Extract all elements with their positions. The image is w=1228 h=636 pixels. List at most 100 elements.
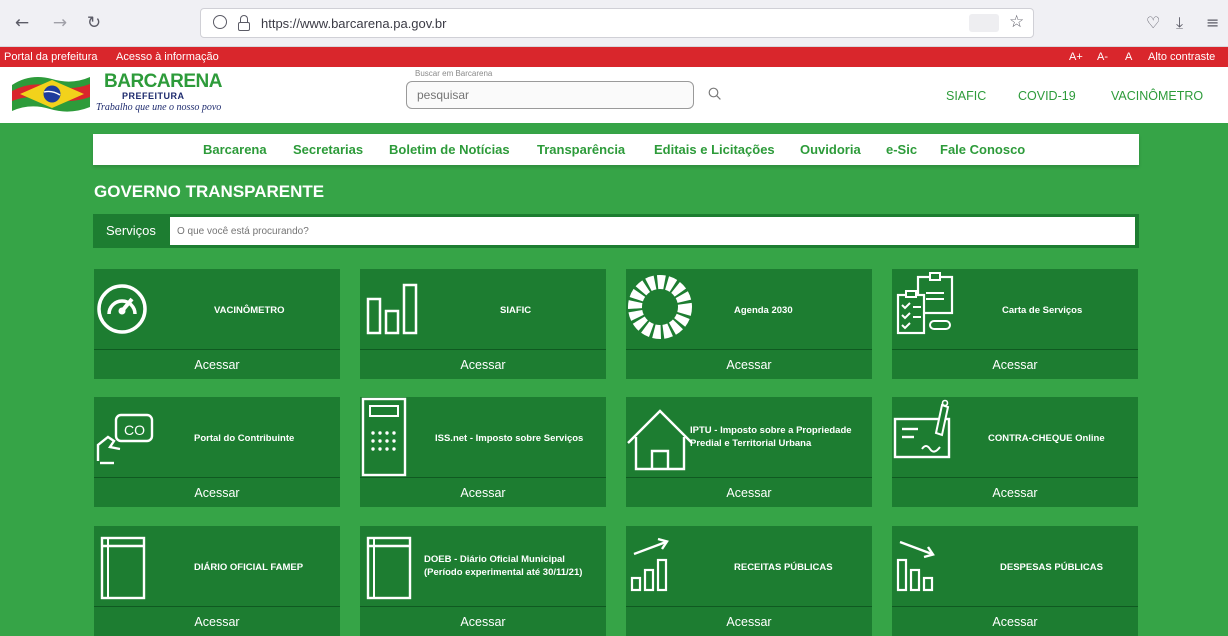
card-body: CONTRA-CHEQUE Online bbox=[892, 397, 1138, 477]
card-title: Carta de Serviços bbox=[1002, 305, 1083, 316]
paycheck-icon bbox=[893, 399, 951, 459]
header-link-siafic[interactable]: SIAFIC bbox=[946, 89, 986, 103]
card-access-button[interactable]: Acessar bbox=[94, 349, 340, 379]
card-body: DESPESAS PÚBLICAS bbox=[892, 526, 1138, 606]
card-access-button[interactable]: Acessar bbox=[892, 606, 1138, 636]
card-iptu[interactable]: IPTU - Imposto sobre a Propriedade Predi… bbox=[626, 397, 872, 507]
card-body: Agenda 2030 bbox=[626, 269, 872, 349]
search-input[interactable] bbox=[406, 81, 694, 109]
nav-item-editais[interactable]: Editais e Licitações bbox=[654, 142, 775, 157]
card-access-button[interactable]: Acessar bbox=[626, 477, 872, 507]
card-title: Portal do Contribuinte bbox=[194, 433, 295, 444]
back-icon[interactable]: ← bbox=[12, 13, 32, 33]
card-access-button[interactable]: Acessar bbox=[94, 477, 340, 507]
card-vacinometro[interactable]: VACINÔMETRO Acessar bbox=[94, 269, 340, 379]
logo-subtitle: PREFEITURA bbox=[122, 91, 185, 101]
card-access-button[interactable]: Acessar bbox=[360, 349, 606, 379]
nav-item-fale-conosco[interactable]: Fale Conosco bbox=[940, 142, 1025, 157]
nav-item-barcarena[interactable]: Barcarena bbox=[203, 142, 267, 157]
nav-item-transparencia[interactable]: Transparência bbox=[537, 142, 625, 157]
card-body: RECEITAS PÚBLICAS bbox=[626, 526, 872, 606]
card-receitas[interactable]: RECEITAS PÚBLICAS Acessar bbox=[626, 526, 872, 636]
calculator-icon bbox=[361, 397, 407, 477]
card-title: ISS.net - Imposto sobre Serviços bbox=[435, 433, 584, 444]
tracking-shield-icon[interactable] bbox=[213, 15, 227, 29]
card-body: IPTU - Imposto sobre a Propriedade Predi… bbox=[626, 397, 872, 477]
house-icon bbox=[627, 409, 693, 471]
card-access-button[interactable]: Acessar bbox=[360, 606, 606, 636]
services-search-input[interactable] bbox=[170, 217, 1135, 245]
high-contrast-button[interactable]: Alto contraste bbox=[1148, 51, 1215, 63]
forward-icon[interactable]: → bbox=[50, 13, 70, 33]
logo-slogan: Trabalho que une o nosso povo bbox=[96, 102, 222, 113]
card-title: CONTRA-CHEQUE Online bbox=[988, 433, 1105, 444]
main-nav: Barcarena Secretarias Boletim de Notícia… bbox=[93, 134, 1139, 165]
nav-item-ouvidoria[interactable]: Ouvidoria bbox=[800, 142, 861, 157]
card-portal-contribuinte[interactable]: CO Portal do Contribuinte Acessar bbox=[94, 397, 340, 507]
card-diario-famep[interactable]: DIÁRIO OFICIAL FAMEP Acessar bbox=[94, 526, 340, 636]
card-title: VACINÔMETRO bbox=[214, 305, 285, 316]
barcarena-flag-logo[interactable] bbox=[10, 71, 92, 117]
search-label: Buscar em Barcarena bbox=[415, 69, 493, 78]
nav-item-secretarias[interactable]: Secretarias bbox=[293, 142, 363, 157]
gauge-icon bbox=[97, 284, 147, 334]
card-siafic[interactable]: SIAFIC Acessar bbox=[360, 269, 606, 379]
card-title: SIAFIC bbox=[500, 305, 532, 316]
card-access-button[interactable]: Acessar bbox=[892, 477, 1138, 507]
card-body: Carta de Serviços bbox=[892, 269, 1138, 349]
url-text[interactable]: https://www.barcarena.pa.gov.br bbox=[261, 16, 446, 31]
nav-item-boletim[interactable]: Boletim de Notícias bbox=[389, 142, 510, 157]
card-carta-servicos[interactable]: Carta de Serviços Acessar bbox=[892, 269, 1138, 379]
card-title: Agenda 2030 bbox=[734, 305, 793, 316]
card-despesas[interactable]: DESPESAS PÚBLICAS Acessar bbox=[892, 526, 1138, 636]
bar-chart-icon bbox=[366, 283, 418, 335]
url-bar[interactable]: https://www.barcarena.pa.gov.br ☆ bbox=[200, 8, 1034, 38]
svg-text:CO: CO bbox=[124, 422, 145, 438]
url-extension-slot bbox=[969, 14, 999, 32]
card-access-button[interactable]: Acessar bbox=[626, 606, 872, 636]
pocket-icon[interactable]: ♡ bbox=[1146, 13, 1160, 32]
card-body: ISS.net - Imposto sobre Serviços bbox=[360, 397, 606, 477]
card-title: DESPESAS PÚBLICAS bbox=[1000, 562, 1103, 573]
card-title: RECEITAS PÚBLICAS bbox=[734, 562, 833, 573]
chart-down-icon bbox=[896, 540, 935, 592]
menu-icon[interactable]: ≡ bbox=[1206, 13, 1219, 32]
card-contra-cheque[interactable]: CONTRA-CHEQUE Online Acessar bbox=[892, 397, 1138, 507]
header-link-covid[interactable]: COVID-19 bbox=[1018, 89, 1076, 103]
card-access-button[interactable]: Acessar bbox=[360, 477, 606, 507]
search-icon[interactable] bbox=[708, 87, 721, 100]
card-agenda-2030[interactable]: Agenda 2030 Acessar bbox=[626, 269, 872, 379]
lock-icon[interactable] bbox=[238, 15, 250, 31]
card-iss-net[interactable]: ISS.net - Imposto sobre Serviços Acessar bbox=[360, 397, 606, 507]
nav-item-esic[interactable]: e-Sic bbox=[886, 142, 917, 157]
card-body: DIÁRIO OFICIAL FAMEP bbox=[94, 526, 340, 606]
accessibility-bar: Portal da prefeitura Acesso à informação… bbox=[0, 47, 1228, 67]
header-link-vacinometro[interactable]: VACINÔMETRO bbox=[1111, 89, 1203, 103]
portal-link[interactable]: Portal da prefeitura bbox=[4, 51, 98, 63]
page-title: GOVERNO TRANSPARENTE bbox=[94, 182, 325, 201]
services-label: Serviços bbox=[106, 223, 156, 238]
book-icon bbox=[100, 536, 146, 600]
reload-icon[interactable]: ↻ bbox=[84, 13, 104, 33]
checklist-clipboard-icon bbox=[896, 272, 954, 335]
card-title: DIÁRIO OFICIAL FAMEP bbox=[194, 562, 304, 573]
info-access-link[interactable]: Acesso à informação bbox=[116, 51, 219, 63]
font-increase-button[interactable]: A+ bbox=[1069, 51, 1083, 63]
sdg-wheel-icon bbox=[628, 275, 692, 339]
chart-up-icon bbox=[630, 537, 669, 592]
font-reset-button[interactable]: A bbox=[1125, 51, 1132, 63]
card-doeb[interactable]: DOEB - Diário Oficial Municipal (Período… bbox=[360, 526, 606, 636]
card-access-button[interactable]: Acessar bbox=[626, 349, 872, 379]
card-access-button[interactable]: Acessar bbox=[94, 606, 340, 636]
card-body: CO Portal do Contribuinte bbox=[94, 397, 340, 477]
site-header: BARCARENA PREFEITURA Trabalho que une o … bbox=[0, 67, 1228, 123]
card-title: IPTU - Imposto sobre a Propriedade Predi… bbox=[690, 425, 852, 449]
bookmark-star-icon[interactable]: ☆ bbox=[1009, 12, 1024, 32]
font-decrease-button[interactable]: A- bbox=[1097, 51, 1108, 63]
card-body: VACINÔMETRO bbox=[94, 269, 340, 349]
logo-title: BARCARENA bbox=[104, 71, 222, 92]
services-search-bar: Serviços bbox=[93, 214, 1139, 248]
download-icon[interactable]: ⤓ bbox=[1176, 13, 1183, 33]
browser-toolbar: ← → ↻ https://www.barcarena.pa.gov.br ☆ … bbox=[0, 0, 1228, 47]
card-access-button[interactable]: Acessar bbox=[892, 349, 1138, 379]
